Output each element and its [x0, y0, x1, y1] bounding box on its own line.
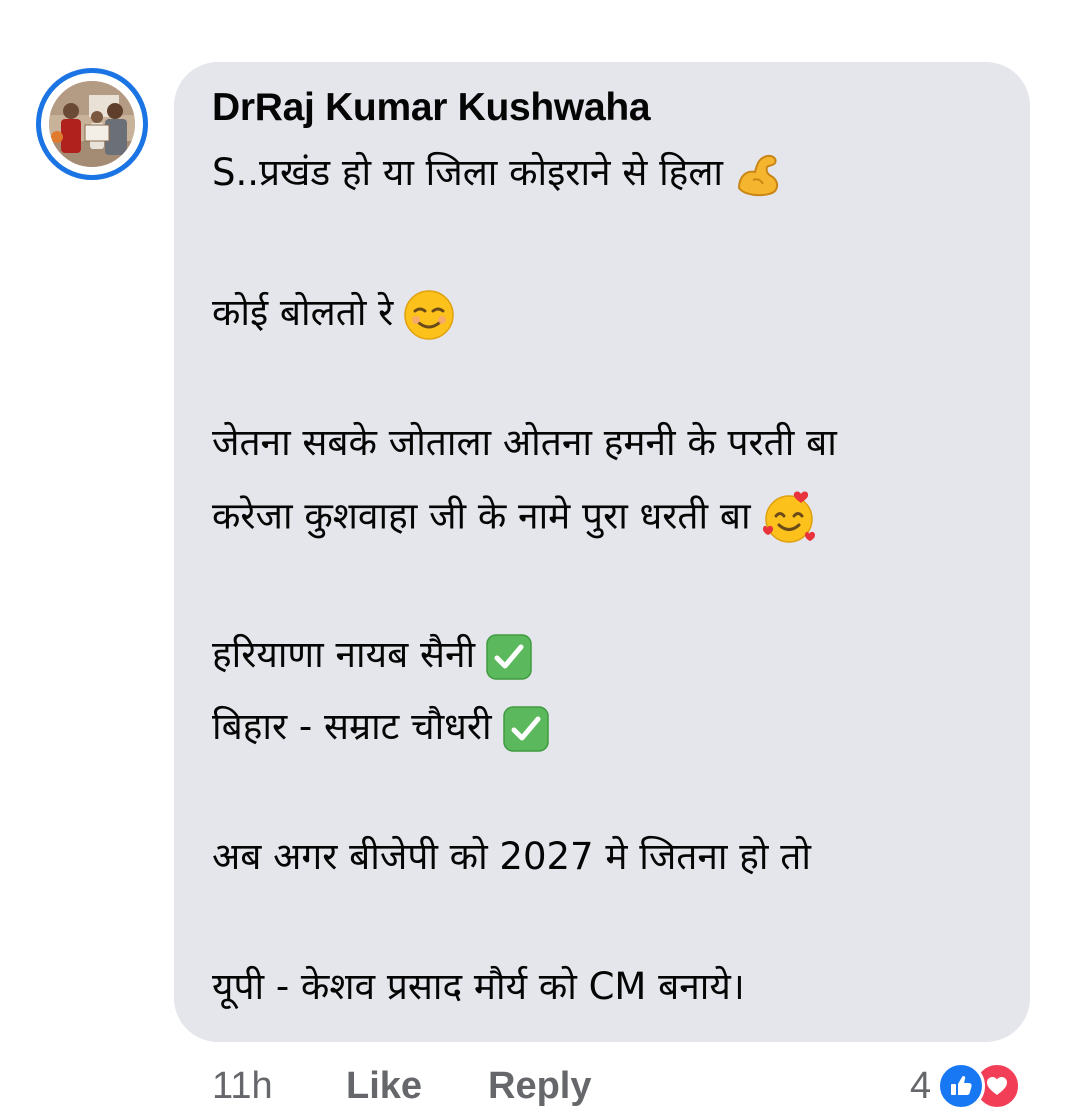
- comment-timestamp[interactable]: 11h: [212, 1062, 273, 1110]
- comment-text: जेतना सबके जोताला ओतना हमनी के परती बा: [212, 421, 837, 464]
- comment-text: बिहार - सम्राट चौधरी: [212, 705, 492, 748]
- avatar-ring[interactable]: [36, 68, 148, 180]
- comment-bubble: DrRaj Kumar Kushwaha S..प्रखंड हो या जिल…: [174, 62, 1030, 1042]
- comment-text: अब अगर बीजेपी को 2027 मे जितना हो तो: [212, 835, 811, 878]
- comment-author[interactable]: DrRaj Kumar Kushwaha: [212, 86, 651, 130]
- comment-line: बिहार - सम्राट चौधरी: [212, 702, 550, 753]
- comment-text: कोई बोलतो रे: [212, 291, 394, 334]
- comment-line: जेतना सबके जोताला ओतना हमनी के परती बा: [212, 418, 837, 468]
- like-reaction-icon: [937, 1062, 986, 1110]
- reaction-summary[interactable]: 4: [910, 1062, 1022, 1110]
- comment-line: हरियाणा नायब सैनी: [212, 630, 533, 681]
- flexed-biceps-icon: [733, 150, 783, 200]
- check-mark-button-icon: [485, 633, 533, 681]
- comment-line: अब अगर बीजेपी को 2027 मे जितना हो तो: [212, 832, 811, 882]
- comment-line: कोई बोलतो रे: [212, 288, 455, 341]
- avatar-photo: [49, 81, 135, 167]
- comment-line: S..प्रखंड हो या जिला कोइराने से हिला: [212, 148, 783, 200]
- reply-button[interactable]: Reply: [488, 1062, 591, 1110]
- smiling-face-with-hearts-icon: [761, 490, 817, 546]
- check-mark-button-icon: [502, 705, 550, 753]
- avatar[interactable]: [49, 81, 135, 167]
- comment-text: यूपी - केशव प्रसाद मौर्य को CM बनाये।: [212, 965, 745, 1008]
- comment-line: करेजा कुशवाहा जी के नामे पुरा धरती बा: [212, 490, 817, 546]
- comment-text: करेजा कुशवाहा जी के नामे पुरा धरती बा: [212, 494, 751, 538]
- like-button[interactable]: Like: [346, 1062, 422, 1110]
- comment-text: हरियाणा नायब सैनी: [212, 633, 476, 676]
- comment-text: S..प्रखंड हो या जिला कोइराने से हिला: [212, 151, 723, 194]
- comment-line: यूपी - केशव प्रसाद मौर्य को CM बनाये।: [212, 962, 745, 1012]
- relieved-face-icon: [403, 289, 455, 341]
- reaction-count: 4: [910, 1064, 932, 1107]
